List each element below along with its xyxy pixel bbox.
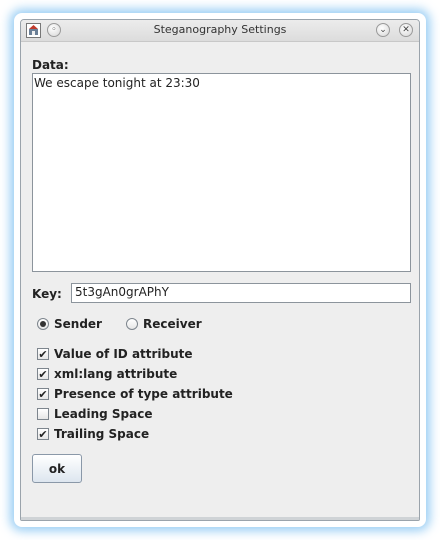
xml-lang-checkbox[interactable]: ✔ — [37, 368, 49, 380]
id-attribute-label: Value of ID attribute — [54, 347, 193, 361]
xml-lang-label: xml:lang attribute — [54, 367, 178, 381]
leading-space-label: Leading Space — [54, 407, 153, 421]
checkmark-icon: ✔ — [38, 427, 48, 441]
data-textarea[interactable]: We escape tonight at 23:30 — [32, 73, 411, 272]
chevron-down-icon: ⌄ — [379, 24, 387, 35]
key-label: Key: — [32, 287, 62, 301]
ok-button[interactable]: ok — [32, 454, 82, 483]
dialog-window: ◦ Steganography Settings ⌄ ✕ Data: We es… — [20, 19, 420, 521]
leading-space-option[interactable]: Leading Space — [37, 406, 152, 422]
checkmark-icon: ✔ — [38, 347, 48, 361]
close-button[interactable]: ✕ — [399, 23, 413, 37]
trailing-space-option[interactable]: ✔ Trailing Space — [37, 426, 149, 442]
title-bar[interactable]: ◦ Steganography Settings ⌄ ✕ — [21, 20, 419, 42]
sender-radio-option[interactable]: Sender — [37, 316, 102, 332]
trailing-space-label: Trailing Space — [54, 427, 150, 441]
type-attribute-option[interactable]: ✔ Presence of type attribute — [37, 386, 233, 402]
xml-lang-option[interactable]: ✔ xml:lang attribute — [37, 366, 177, 382]
receiver-radio[interactable] — [126, 318, 138, 330]
leading-space-checkbox[interactable] — [37, 408, 49, 420]
data-label: Data: — [32, 58, 69, 72]
window-title: Steganography Settings — [153, 23, 287, 36]
type-attribute-checkbox[interactable]: ✔ — [37, 388, 49, 400]
key-input[interactable]: 5t3gAn0grAPhY — [71, 283, 411, 303]
window-bottom-border — [21, 517, 419, 520]
checkmark-icon: ✔ — [38, 367, 48, 381]
type-attribute-label: Presence of type attribute — [54, 387, 233, 401]
close-icon: ✕ — [402, 24, 410, 35]
sender-label: Sender — [54, 317, 102, 331]
receiver-label: Receiver — [143, 317, 202, 331]
minimize-button[interactable]: ⌄ — [376, 23, 390, 37]
id-attribute-checkbox[interactable]: ✔ — [37, 348, 49, 360]
receiver-radio-option[interactable]: Receiver — [126, 316, 202, 332]
checkmark-icon: ✔ — [38, 387, 48, 401]
id-attribute-option[interactable]: ✔ Value of ID attribute — [37, 346, 193, 362]
sender-radio[interactable] — [37, 318, 49, 330]
trailing-space-checkbox[interactable]: ✔ — [37, 428, 49, 440]
